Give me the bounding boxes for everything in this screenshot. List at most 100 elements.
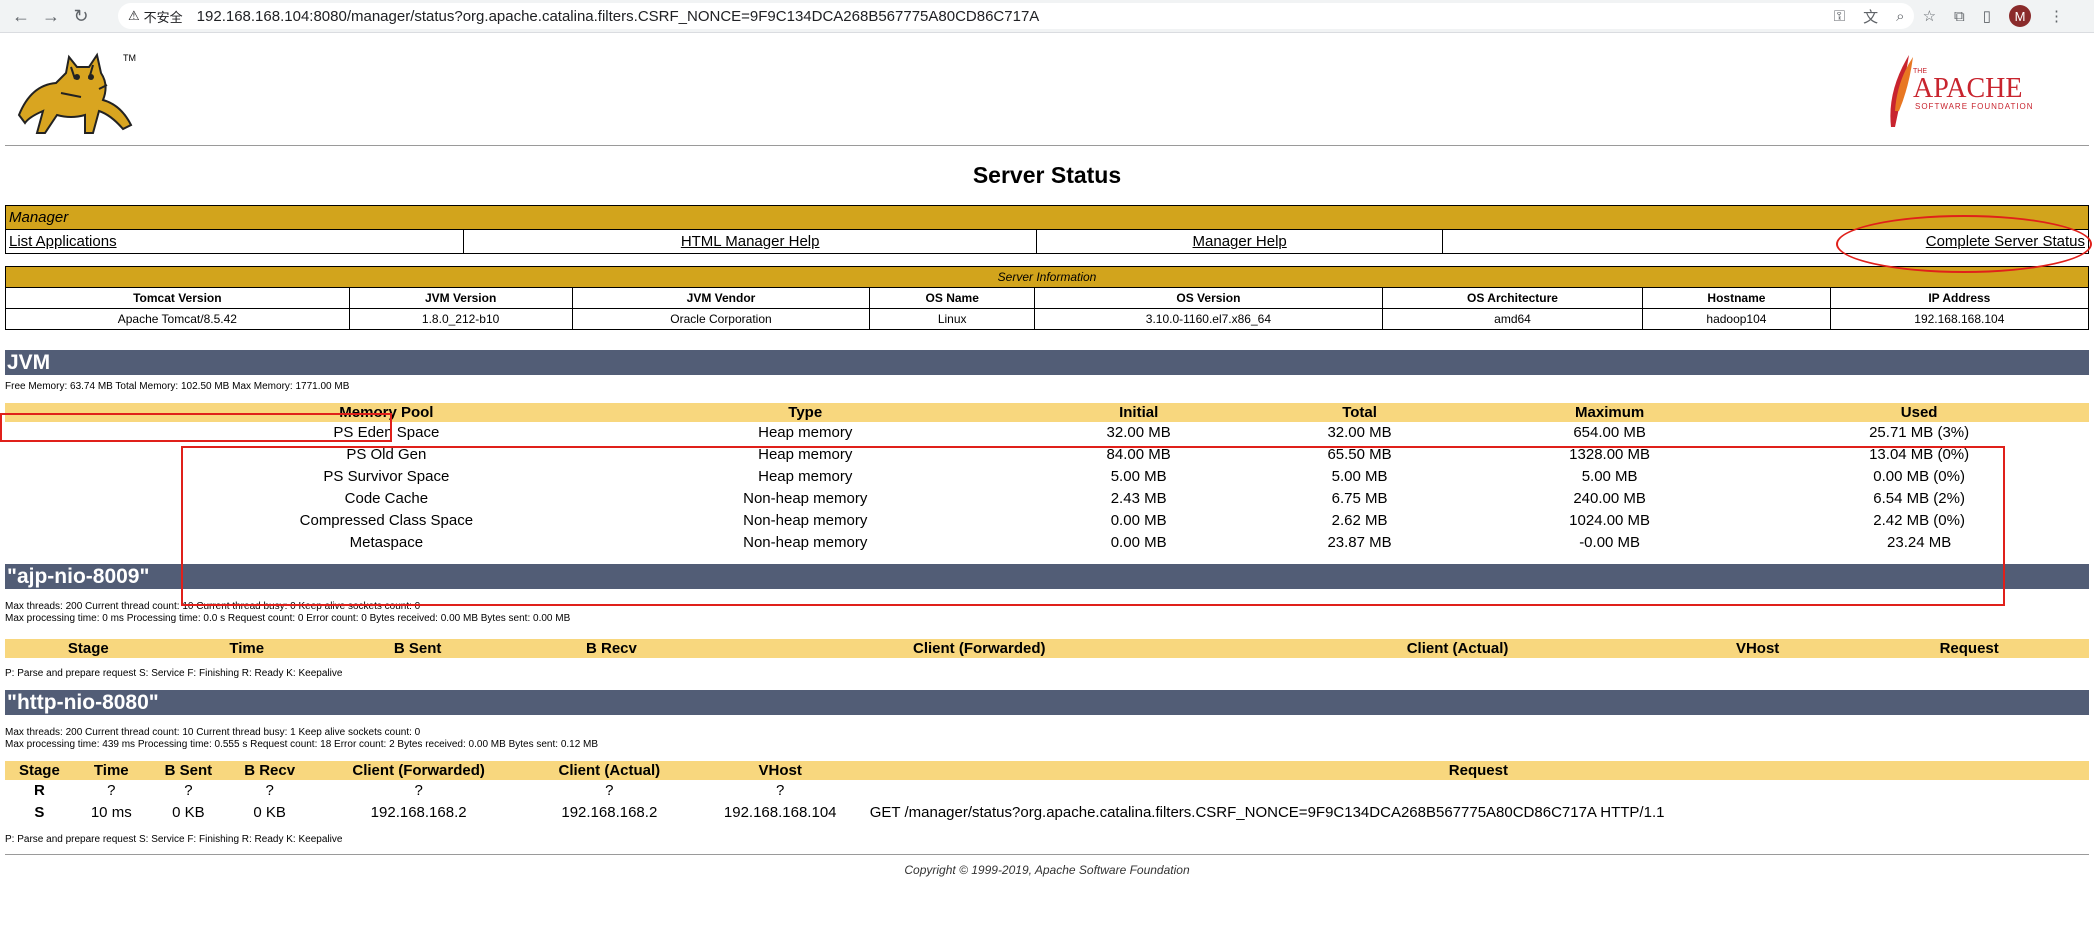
footer-divider <box>5 854 2089 855</box>
http-legend: P: Parse and prepare request S: Service … <box>5 834 343 845</box>
col-b-sent: B Sent <box>148 761 228 780</box>
apache-sub: SOFTWARE FOUNDATION <box>1915 102 2034 111</box>
header-divider <box>5 145 2089 146</box>
security-label: 不安全 <box>143 9 183 25</box>
client-actual-cell: ? <box>605 782 614 799</box>
col-used: Used <box>1749 403 2089 422</box>
table-row: R ? ? ? ? ? ? <box>5 780 2089 802</box>
link-html-manager-help[interactable]: HTML Manager Help <box>681 233 820 250</box>
security-chip[interactable]: ⚠ 不安全 <box>128 7 183 26</box>
tomcat-tm: TM <box>123 53 136 63</box>
col-os-architecture: OS Architecture <box>1381 287 1644 309</box>
link-list-applications[interactable]: List Applications <box>9 233 117 250</box>
col-b-sent: B Sent <box>321 639 514 658</box>
client-actual-cell: 192.168.168.2 <box>561 804 658 821</box>
link-manager-help[interactable]: Manager Help <box>1193 233 1287 250</box>
jvm-title: JVM <box>5 350 2089 375</box>
tomcat-logo[interactable]: TM <box>11 45 141 135</box>
os-version-value: 3.10.0-1160.el7.x86_64 <box>1033 308 1383 330</box>
server-info-table: Server Information Tomcat Version JVM Ve… <box>5 266 2090 330</box>
pool-type: Heap memory <box>758 424 853 441</box>
bookmark-star-icon[interactable]: ☆ <box>1923 7 1936 25</box>
col-ip-address: IP Address <box>1829 287 2090 309</box>
browser-extensions: ⚿ 文 ⌕ ☆ ⧉ ▯ M ⋮ <box>1834 0 2064 32</box>
time-cell: ? <box>107 782 116 799</box>
header-logos: TM THE APACHE SOFTWARE FOUNDATION <box>5 33 2089 145</box>
jvm-vendor-value: Oracle Corporation <box>571 308 871 330</box>
extensions-icon[interactable]: ⧉ <box>1954 8 1965 25</box>
hostname-value: hadoop104 <box>1642 308 1831 330</box>
table-row: Apache Tomcat/8.5.42 1.8.0_212-b10 Oracl… <box>5 308 2090 330</box>
col-stage: Stage <box>5 639 172 658</box>
key-icon[interactable]: ⚿ <box>1834 8 1845 25</box>
time-cell: 10 ms <box>90 804 132 821</box>
page-content: TM THE APACHE SOFTWARE FOUNDATION Server… <box>0 33 2094 877</box>
forward-icon[interactable]: → <box>36 6 66 27</box>
apache-name: APACHE <box>1913 73 2022 104</box>
request-cell <box>868 780 2089 802</box>
bytes-sent-cell: ? <box>184 782 193 799</box>
stage-cell: R <box>33 782 45 799</box>
col-vhost: VHost <box>692 761 868 780</box>
col-type: Type <box>582 403 1029 422</box>
bytes-recv-cell: ? <box>265 782 274 799</box>
os-name-value: Linux <box>869 308 1035 330</box>
client-forwarded-cell: 192.168.168.2 <box>370 804 467 821</box>
ip-address-value: 192.168.168.104 <box>1829 308 2090 330</box>
pool-used: 25.71 MB (3%) <box>1869 424 1970 441</box>
col-request: Request <box>1849 639 2089 658</box>
ajp-threads-table: Stage Time B Sent B Recv Client (Forward… <box>5 639 2089 658</box>
col-time: Time <box>73 761 149 780</box>
manager-header: Manager <box>5 205 2089 230</box>
col-os-name: OS Name <box>869 287 1035 309</box>
http-threads-table: Stage Time B Sent B Recv Client (Forward… <box>5 761 2089 824</box>
reload-icon[interactable]: ↻ <box>66 6 96 27</box>
jvm-memory-line: Free Memory: 63.74 MB Total Memory: 102.… <box>5 381 350 392</box>
vhost-cell: ? <box>776 782 785 799</box>
col-request: Request <box>867 761 2089 780</box>
col-client-actual: Client (Actual) <box>525 761 693 780</box>
col-vhost: VHost <box>1665 639 1850 658</box>
back-icon[interactable]: ← <box>6 6 36 27</box>
col-client-actual: Client (Actual) <box>1249 639 1666 658</box>
pool-maximum: 654.00 MB <box>1573 424 1646 441</box>
request-cell: GET /manager/status?org.apache.catalina.… <box>869 804 1665 821</box>
annotation-memory-box <box>0 413 392 442</box>
zoom-icon[interactable]: ⌕ <box>1896 8 1904 25</box>
os-architecture-value: amd64 <box>1381 308 1644 330</box>
col-total: Total <box>1249 403 1470 422</box>
annotation-memory-pool-box <box>181 446 2005 606</box>
manager-table: Manager List Applications HTML Manager H… <box>4 205 2089 254</box>
col-maximum: Maximum <box>1470 403 1750 422</box>
col-client-forwarded: Client (Forwarded) <box>311 761 526 780</box>
menu-icon[interactable]: ⋮ <box>2049 7 2064 25</box>
address-bar[interactable]: ⚠ 不安全 192.168.168.104:8080/manager/statu… <box>118 3 1914 29</box>
pool-initial: 32.00 MB <box>1106 424 1171 441</box>
apache-logo[interactable]: THE APACHE SOFTWARE FOUNDATION <box>1869 51 2059 131</box>
col-os-version: OS Version <box>1033 287 1383 309</box>
translate-icon[interactable]: 文 <box>1863 6 1878 27</box>
ajp-stats-line-2: Max processing time: 0 ms Processing tim… <box>5 613 571 624</box>
table-row: S 10 ms 0 KB 0 KB 192.168.168.2 192.168.… <box>5 802 2089 824</box>
col-initial: Initial <box>1028 403 1250 422</box>
col-jvm-vendor: JVM Vendor <box>571 287 871 309</box>
url-text[interactable]: 192.168.168.104:8080/manager/status?org.… <box>197 8 1040 25</box>
avatar[interactable]: M <box>2009 5 2031 27</box>
col-hostname: Hostname <box>1642 287 1831 309</box>
browser-toolbar: ← → ↻ ⚠ 不安全 192.168.168.104:8080/manager… <box>0 0 2094 33</box>
col-time: Time <box>171 639 322 658</box>
pool-total: 32.00 MB <box>1327 424 1392 441</box>
bytes-sent-cell: 0 KB <box>172 804 205 821</box>
annotation-ellipse <box>1836 215 2092 273</box>
col-stage: Stage <box>5 761 74 780</box>
col-b-recv: B Recv <box>227 761 312 780</box>
sidepanel-icon[interactable]: ▯ <box>1983 7 1991 25</box>
http-connector-title: "http-nio-8080" <box>5 690 2089 715</box>
bytes-recv-cell: 0 KB <box>253 804 286 821</box>
col-jvm-version: JVM Version <box>348 287 573 309</box>
col-b-recv: B Recv <box>513 639 710 658</box>
col-client-forwarded: Client (Forwarded) <box>709 639 1250 658</box>
http-stats-line-1: Max threads: 200 Current thread count: 1… <box>5 727 421 738</box>
page-title: Server Status <box>972 162 1122 188</box>
client-forwarded-cell: ? <box>414 782 423 799</box>
